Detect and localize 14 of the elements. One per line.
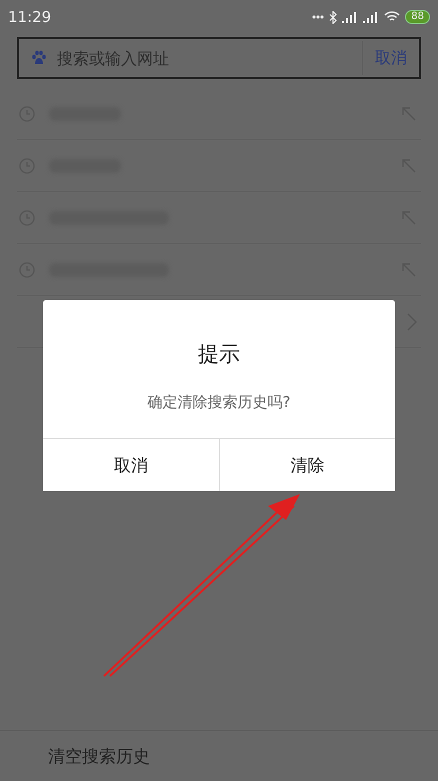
clear-button[interactable]: 清除 [218, 439, 395, 491]
search-field[interactable]: 搜索或输入网址 取消 [17, 37, 421, 79]
wifi-icon [384, 11, 400, 23]
signal-icon [342, 12, 358, 22]
paw-icon [31, 50, 47, 66]
signal-icon [363, 12, 380, 22]
status-time: 11:29 [8, 8, 52, 26]
more-dots-icon [312, 15, 324, 19]
bluetooth-icon [329, 10, 338, 24]
clear-history-button[interactable]: 清空搜索历史 [48, 744, 150, 768]
dialog-message: 确定清除搜索历史吗? [148, 393, 290, 412]
cancel-link[interactable]: 取消 [362, 41, 407, 75]
dialog-title: 提示 [198, 341, 240, 368]
battery-level: 88 [405, 10, 430, 24]
